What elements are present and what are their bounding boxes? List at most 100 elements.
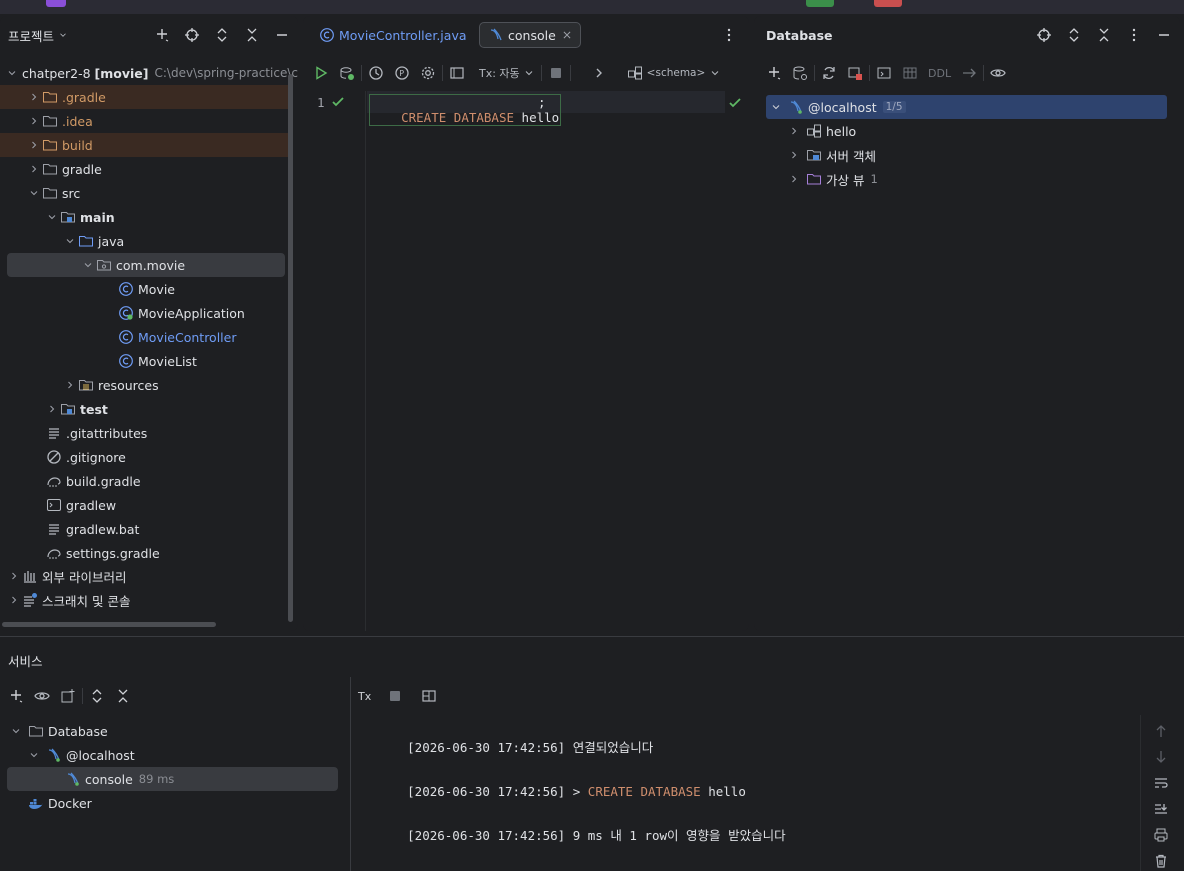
tree-item-main[interactable]: main	[0, 205, 288, 229]
chevron-right-icon[interactable]	[6, 592, 22, 608]
expand-all-icon[interactable]	[89, 688, 105, 704]
table-icon[interactable]	[902, 65, 918, 81]
chevron-right-icon[interactable]	[44, 401, 60, 417]
jump-to-icon[interactable]	[961, 65, 977, 81]
services-tree-database[interactable]: Database	[0, 719, 340, 743]
chevron-right-icon[interactable]	[786, 171, 802, 187]
chevron-down-icon[interactable]	[26, 747, 42, 763]
parameters-icon[interactable]: P	[394, 65, 410, 81]
locate-icon[interactable]	[1036, 27, 1052, 43]
arrow-down-icon[interactable]	[1153, 749, 1169, 765]
expand-all-icon[interactable]	[214, 27, 230, 43]
new-tab-icon[interactable]	[60, 688, 76, 704]
tree-item-gradle[interactable]: gradle	[0, 157, 288, 181]
vertical-scrollbar[interactable]	[288, 74, 293, 622]
chevron-right-icon[interactable]	[591, 65, 607, 81]
tree-item-src[interactable]: src	[0, 181, 288, 205]
settings-gear-icon[interactable]	[420, 65, 436, 81]
minimize-icon[interactable]	[1156, 27, 1172, 43]
db-tree-hello[interactable]: hello	[754, 119, 1180, 143]
print-icon[interactable]	[1153, 827, 1169, 843]
tree-item-movie-list[interactable]: MovieList	[0, 349, 288, 373]
project-title[interactable]: 프로젝트	[8, 26, 54, 45]
ddl-button[interactable]: DDL	[928, 67, 951, 80]
chevron-down-icon[interactable]	[6, 65, 18, 81]
tree-item-external-libraries[interactable]: 외부 라이브러리	[0, 564, 288, 588]
more-options-icon[interactable]	[1126, 27, 1142, 43]
chevron-down-icon[interactable]	[80, 257, 96, 273]
services-tree-localhost[interactable]: @localhost	[0, 743, 340, 767]
tree-item-test[interactable]: test	[0, 397, 288, 421]
db-tree-localhost[interactable]: @localhost 1/5	[766, 95, 1167, 119]
tree-item-gradlew-bat[interactable]: gradlew.bat	[0, 517, 288, 541]
tree-item-scratches[interactable]: 스크래치 및 콘솔	[0, 588, 288, 612]
chevron-down-icon[interactable]	[768, 99, 784, 115]
tree-item-build-gradle[interactable]: build.gradle	[0, 469, 288, 493]
explain-plan-icon[interactable]	[339, 65, 355, 81]
tree-item-movie[interactable]: Movie	[0, 277, 288, 301]
tree-item-settings-gradle[interactable]: settings.gradle	[0, 541, 288, 565]
scroll-to-end-icon[interactable]	[1153, 801, 1169, 817]
arrow-up-icon[interactable]	[1153, 723, 1169, 739]
tab-console[interactable]: console	[479, 22, 581, 48]
tree-item-com-movie[interactable]: com.movie	[7, 253, 285, 277]
more-options-icon[interactable]	[721, 27, 737, 43]
layout-icon[interactable]	[449, 65, 465, 81]
chevron-down-icon[interactable]	[62, 233, 78, 249]
code-line[interactable]: CREATE DATABASE hello	[369, 94, 562, 126]
chevron-right-icon[interactable]	[6, 568, 22, 584]
trash-icon[interactable]	[1153, 853, 1169, 869]
chevron-right-icon[interactable]	[26, 89, 42, 105]
history-icon[interactable]	[368, 65, 384, 81]
tree-item-gitattributes[interactable]: .gitattributes	[0, 421, 288, 445]
expand-all-icon[interactable]	[1066, 27, 1082, 43]
tree-item-resources[interactable]: resources	[0, 373, 288, 397]
chevron-right-icon[interactable]	[786, 147, 802, 163]
minimize-icon[interactable]	[274, 27, 290, 43]
add-icon[interactable]	[766, 65, 782, 81]
collapse-all-icon[interactable]	[115, 688, 131, 704]
chevron-right-icon[interactable]	[26, 113, 42, 129]
project-root-row[interactable]: chatper2-8 [movie] C:\dev\spring-practic…	[0, 61, 298, 85]
tree-item-movie-application[interactable]: MovieApplication	[0, 301, 288, 325]
tree-item-java[interactable]: java	[0, 229, 288, 253]
chevron-right-icon[interactable]	[786, 123, 802, 139]
locate-icon[interactable]	[184, 27, 200, 43]
tree-item-idea[interactable]: .idea	[0, 109, 288, 133]
stop-icon[interactable]	[387, 688, 403, 704]
soft-wrap-icon[interactable]	[1153, 775, 1169, 791]
schema-dropdown[interactable]: <schema>	[627, 65, 722, 81]
eye-icon[interactable]	[990, 65, 1006, 81]
stop-status-chip[interactable]	[874, 0, 902, 7]
eye-icon[interactable]	[34, 688, 50, 704]
refresh-icon[interactable]	[821, 65, 837, 81]
add-icon[interactable]	[154, 27, 170, 43]
tree-item-gradlew[interactable]: gradlew	[0, 493, 288, 517]
services-tree-docker[interactable]: Docker	[0, 791, 340, 815]
collapse-all-icon[interactable]	[1096, 27, 1112, 43]
tree-item-dot-gradle[interactable]: .gradle	[0, 85, 288, 109]
chevron-right-icon[interactable]	[62, 377, 78, 393]
console-icon[interactable]	[876, 65, 892, 81]
close-icon[interactable]	[562, 30, 572, 40]
data-source-properties-icon[interactable]	[792, 65, 808, 81]
disconnect-icon[interactable]	[847, 65, 863, 81]
layout-icon[interactable]	[421, 688, 437, 704]
collapse-all-icon[interactable]	[244, 27, 260, 43]
chevron-down-icon[interactable]	[8, 723, 24, 739]
tree-item-gitignore[interactable]: .gitignore	[0, 445, 288, 469]
run-status-chip[interactable]	[806, 0, 834, 7]
db-tree-virtual-views[interactable]: 가상 뷰 1	[754, 167, 1180, 191]
services-tree-console[interactable]: console 89 ms	[7, 767, 338, 791]
execute-icon[interactable]	[313, 65, 329, 81]
chevron-right-icon[interactable]	[26, 137, 42, 153]
tab-movie-controller[interactable]: MovieController.java	[311, 22, 475, 48]
chevron-down-icon[interactable]	[58, 27, 68, 43]
add-icon[interactable]	[8, 688, 24, 704]
inspection-ok-icon[interactable]	[727, 95, 743, 111]
stop-icon[interactable]	[548, 65, 564, 81]
tree-item-build[interactable]: build	[0, 133, 288, 157]
tx-label[interactable]: Tx	[358, 690, 371, 703]
chevron-down-icon[interactable]	[26, 185, 42, 201]
chevron-right-icon[interactable]	[26, 161, 42, 177]
